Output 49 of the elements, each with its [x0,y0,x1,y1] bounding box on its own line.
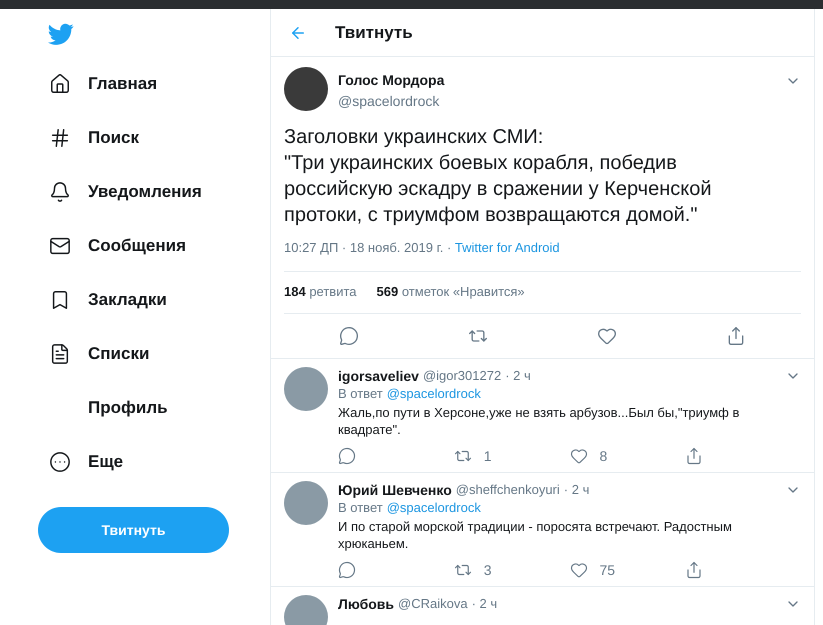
list-icon [49,343,71,365]
author-name[interactable]: igorsaveliev [338,366,419,384]
action-count: 75 [600,560,616,578]
author-handle[interactable]: @spacelordrock [338,91,775,112]
nav-item[interactable]: Сообщения [38,219,230,273]
retweet-stat[interactable]: 184 ретвита [284,282,357,302]
reply-text: И по старой морской традиции - поросята встречают. Радостным хрюканьем. [338,518,733,552]
reply-to-label: В ответ [338,384,383,402]
post-age[interactable]: · 2 ч [472,594,498,612]
post-age[interactable]: · 2 ч [564,480,590,498]
page-title: Твитнуть [335,22,413,44]
hash-icon [49,127,71,149]
nav-item[interactable]: Поиск [38,111,230,165]
reply-to-label: В ответ [338,498,383,516]
share-icon[interactable] [726,326,746,346]
author-handle[interactable]: @igor301272 [422,366,502,384]
heart-icon[interactable] [597,326,618,346]
reply-icon[interactable] [338,560,356,578]
bird-logo-icon[interactable] [48,21,74,47]
action-count: 3 [484,560,492,578]
nav-item[interactable]: Еще [38,435,230,489]
reply-text: Жаль,по пути в Херсоне,уже не взять арбузов...Был бы,"триумф в квадрате". [338,404,740,438]
author-name[interactable]: Голос Мордора [338,70,775,91]
reply-icon[interactable] [338,446,356,464]
nav-item[interactable]: Главная [38,57,230,111]
author-name[interactable]: Любовь [338,594,394,612]
heart-icon[interactable] [570,560,588,578]
post-age[interactable]: · 2 ч [505,366,531,384]
bell-icon [49,181,71,203]
tweet-timestamp[interactable]: 10:27 ДП · 18 нояб. 2019 г. · [284,238,455,258]
heart-icon[interactable] [570,446,588,464]
nav-item[interactable]: Списки [38,327,230,381]
avatar-photo-placeholder[interactable] [284,67,328,111]
share-icon[interactable] [685,446,704,464]
share-icon[interactable] [685,560,704,578]
home-icon [49,73,71,95]
author-handle[interactable]: @sheffchenkoyuri [456,480,560,498]
more-icon [49,451,71,473]
envelope-icon [49,235,71,257]
reply-icon[interactable] [338,326,359,346]
action-count: 8 [600,446,608,464]
action-count: 1 [484,446,492,464]
like-stat[interactable]: 569 отметок «Нравится» [376,282,525,302]
tweet-text: Заголовки украинских СМИ: "Три украинских боевых корабля, победив российскую эскадру в сражении у Керченской протоки, с триумфом возвращаются домой." [284,125,713,228]
nav-item[interactable]: Уведомления [38,165,230,219]
author-name[interactable]: Юрий Шевченко [338,480,452,498]
nav-item[interactable]: Закладки [38,273,230,327]
author-handle[interactable]: @CRaikova [398,594,468,612]
nav-item[interactable]: Профиль [38,381,230,435]
